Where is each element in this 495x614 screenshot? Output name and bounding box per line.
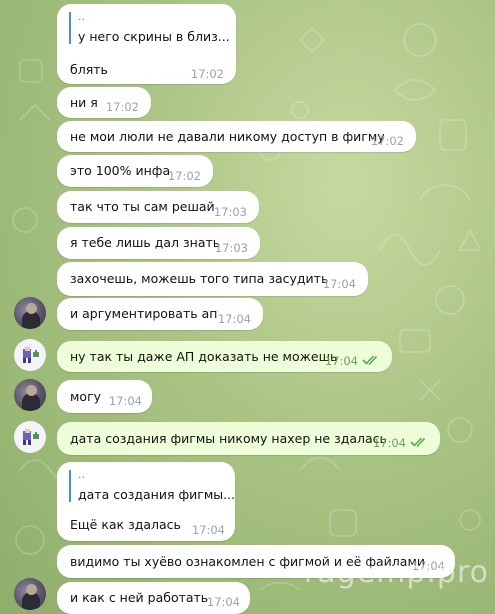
message-time: 17:04 (322, 277, 356, 291)
message-bubble[interactable]: ни я 17:02 (57, 87, 151, 118)
message-time: 17:04 (191, 523, 225, 537)
message-time: 17:04 (217, 312, 251, 326)
own-avatar[interactable] (14, 421, 46, 453)
contact-avatar[interactable] (14, 379, 46, 411)
message-time: 17:04 (206, 595, 240, 609)
message-text: ну так ты даже АП доказать не можешь (70, 349, 338, 364)
message-text: блять (70, 62, 108, 77)
message-time: 17:03 (213, 205, 247, 219)
message-text: так что ты сам решай (70, 199, 215, 214)
own-avatar[interactable] (14, 339, 46, 371)
message-text: это 100% инфа (70, 163, 171, 178)
message-time: 17:04 (372, 436, 406, 450)
reply-quote[interactable]: .. у него скрины в близ... (69, 10, 230, 44)
reply-quote[interactable]: .. дата создания фигмы... (69, 468, 236, 502)
message-text: Ещё как здалась (70, 517, 181, 532)
message-bubble[interactable]: и как с ней работать 17:04 (57, 582, 250, 614)
message-text: ни я (70, 95, 98, 110)
message-time: 17:03 (214, 241, 248, 255)
message-bubble[interactable]: я тебе лишь дал знать 17:03 (57, 227, 260, 259)
message-time: 17:04 (324, 354, 358, 368)
message-time: 17:02 (105, 100, 139, 114)
contact-avatar[interactable] (14, 578, 46, 610)
message-text: захочешь, можешь того типа засудить (70, 271, 329, 286)
message-bubble[interactable]: могу 17:04 (57, 380, 152, 413)
reply-text: дата создания фигмы... (78, 487, 236, 502)
message-text: я тебе лишь дал знать (70, 235, 221, 250)
message-text: не мои люли не давали никому доступ в фи… (70, 129, 385, 144)
message-bubble[interactable]: и аргументировать ап 17:04 (57, 298, 263, 330)
message-bubble[interactable]: .. у него скрины в близ... блять 17:02 (57, 4, 236, 84)
message-time: 17:02 (370, 134, 404, 148)
message-bubble[interactable]: захочешь, можешь того типа засудить 17:0… (57, 262, 368, 296)
message-time: 17:02 (167, 169, 201, 183)
message-time: 17:02 (190, 67, 224, 81)
reply-author: .. (78, 468, 85, 481)
message-text: и как с ней работать (70, 590, 209, 605)
message-text: могу (70, 389, 102, 404)
double-check-icon (410, 437, 426, 448)
message-text: дата создания фигмы никому нахер не здал… (70, 431, 387, 446)
message-bubble[interactable]: не мои люли не давали никому доступ в фи… (57, 121, 416, 152)
reply-text: у него скрины в близ... (78, 29, 230, 44)
message-time: 17:04 (108, 394, 142, 408)
watermark: ragemp.pro (303, 555, 489, 590)
message-bubble[interactable]: .. дата создания фигмы... Ещё как здалас… (57, 462, 235, 541)
message-bubble-outgoing[interactable]: ну так ты даже АП доказать не можешь 17:… (57, 341, 392, 372)
message-bubble[interactable]: это 100% инфа 17:02 (57, 155, 213, 187)
double-check-icon (362, 355, 378, 366)
reply-author: .. (78, 10, 85, 23)
message-bubble-outgoing[interactable]: дата создания фигмы никому нахер не здал… (57, 422, 440, 455)
message-bubble[interactable]: так что ты сам решай 17:03 (57, 191, 259, 223)
contact-avatar[interactable] (14, 297, 46, 329)
message-text: и аргументировать ап (70, 306, 218, 321)
